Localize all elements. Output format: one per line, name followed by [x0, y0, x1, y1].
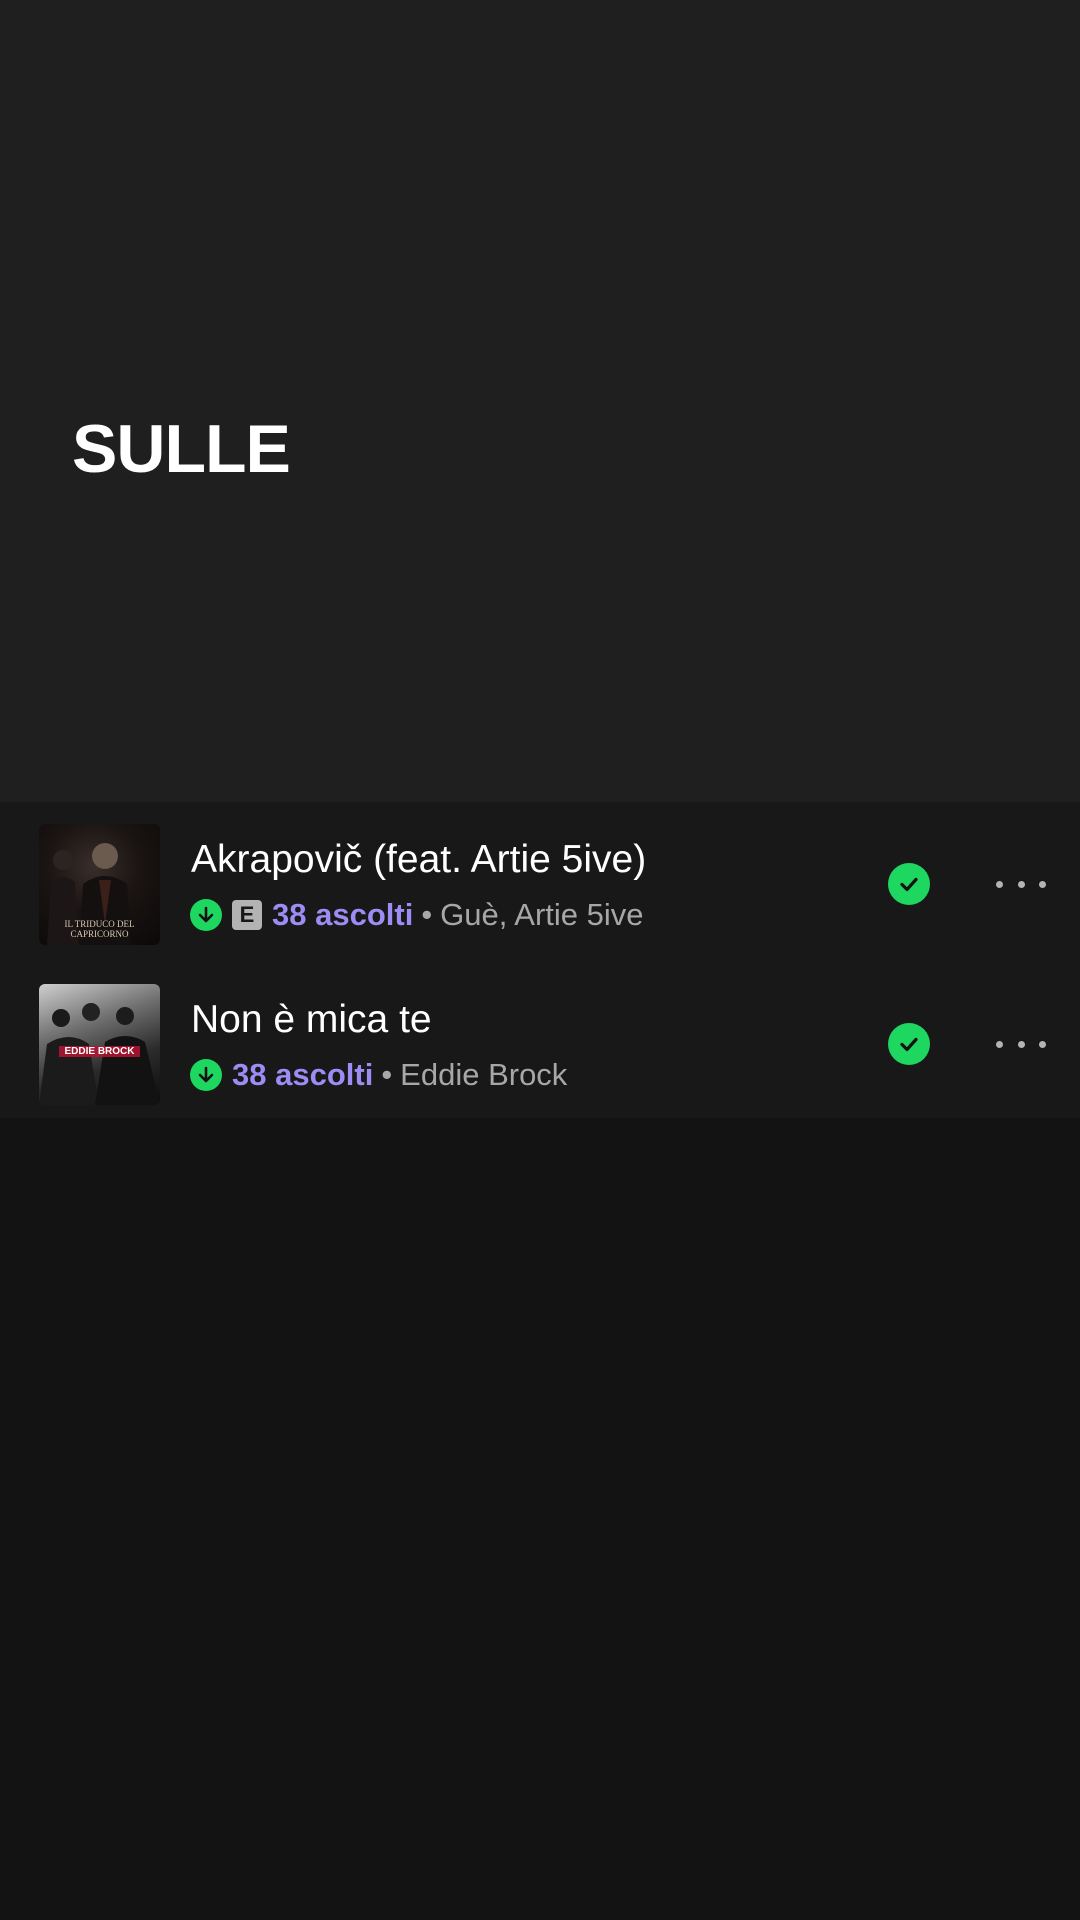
app-screen: SULLE IL TRIDUCO DEL CAPRICORNO Akrapovi… [0, 0, 1080, 1920]
album-cover: IL TRIDUCO DEL CAPRICORNO [39, 824, 160, 945]
track-meta: 38 ascolti • Eddie Brock [190, 1057, 568, 1092]
meta-separator: • [381, 1057, 393, 1092]
meta-separator: • [421, 897, 433, 932]
check-circle-icon[interactable] [888, 1023, 930, 1065]
check-circle-icon[interactable] [888, 863, 930, 905]
album-cover: EDDIE BROCK [39, 984, 160, 1105]
more-horizontal-icon[interactable] [996, 1032, 1046, 1056]
track-artists: Eddie Brock [400, 1057, 568, 1092]
download-arrow-icon [190, 899, 222, 931]
cover-text: EDDIE BROCK [59, 1046, 140, 1057]
download-arrow-icon [190, 1059, 222, 1091]
explicit-badge: E [232, 900, 262, 930]
track-row[interactable]: IL TRIDUCO DEL CAPRICORNO Akrapovič (fea… [0, 802, 1080, 962]
track-row[interactable]: EDDIE BROCK Non è mica te 38 ascolti • E… [0, 962, 1080, 1122]
track-meta: E 38 ascolti • Guè, Artie 5ive [190, 897, 644, 932]
track-title: Akrapovič (feat. Artie 5ive) [191, 838, 647, 881]
play-count: 38 ascolti [272, 897, 414, 932]
cover-text: IL TRIDUCO DEL CAPRICORNO [64, 919, 135, 939]
play-count: 38 ascolti [232, 1057, 374, 1092]
track-artists: Guè, Artie 5ive [440, 897, 644, 932]
track-list: IL TRIDUCO DEL CAPRICORNO Akrapovič (fea… [0, 802, 1080, 1118]
track-title: Non è mica te [191, 998, 432, 1041]
cover-art-figure [39, 1003, 160, 1105]
page-header: SULLE [0, 0, 1080, 802]
page-title: SULLE [72, 411, 291, 487]
more-horizontal-icon[interactable] [996, 872, 1046, 896]
